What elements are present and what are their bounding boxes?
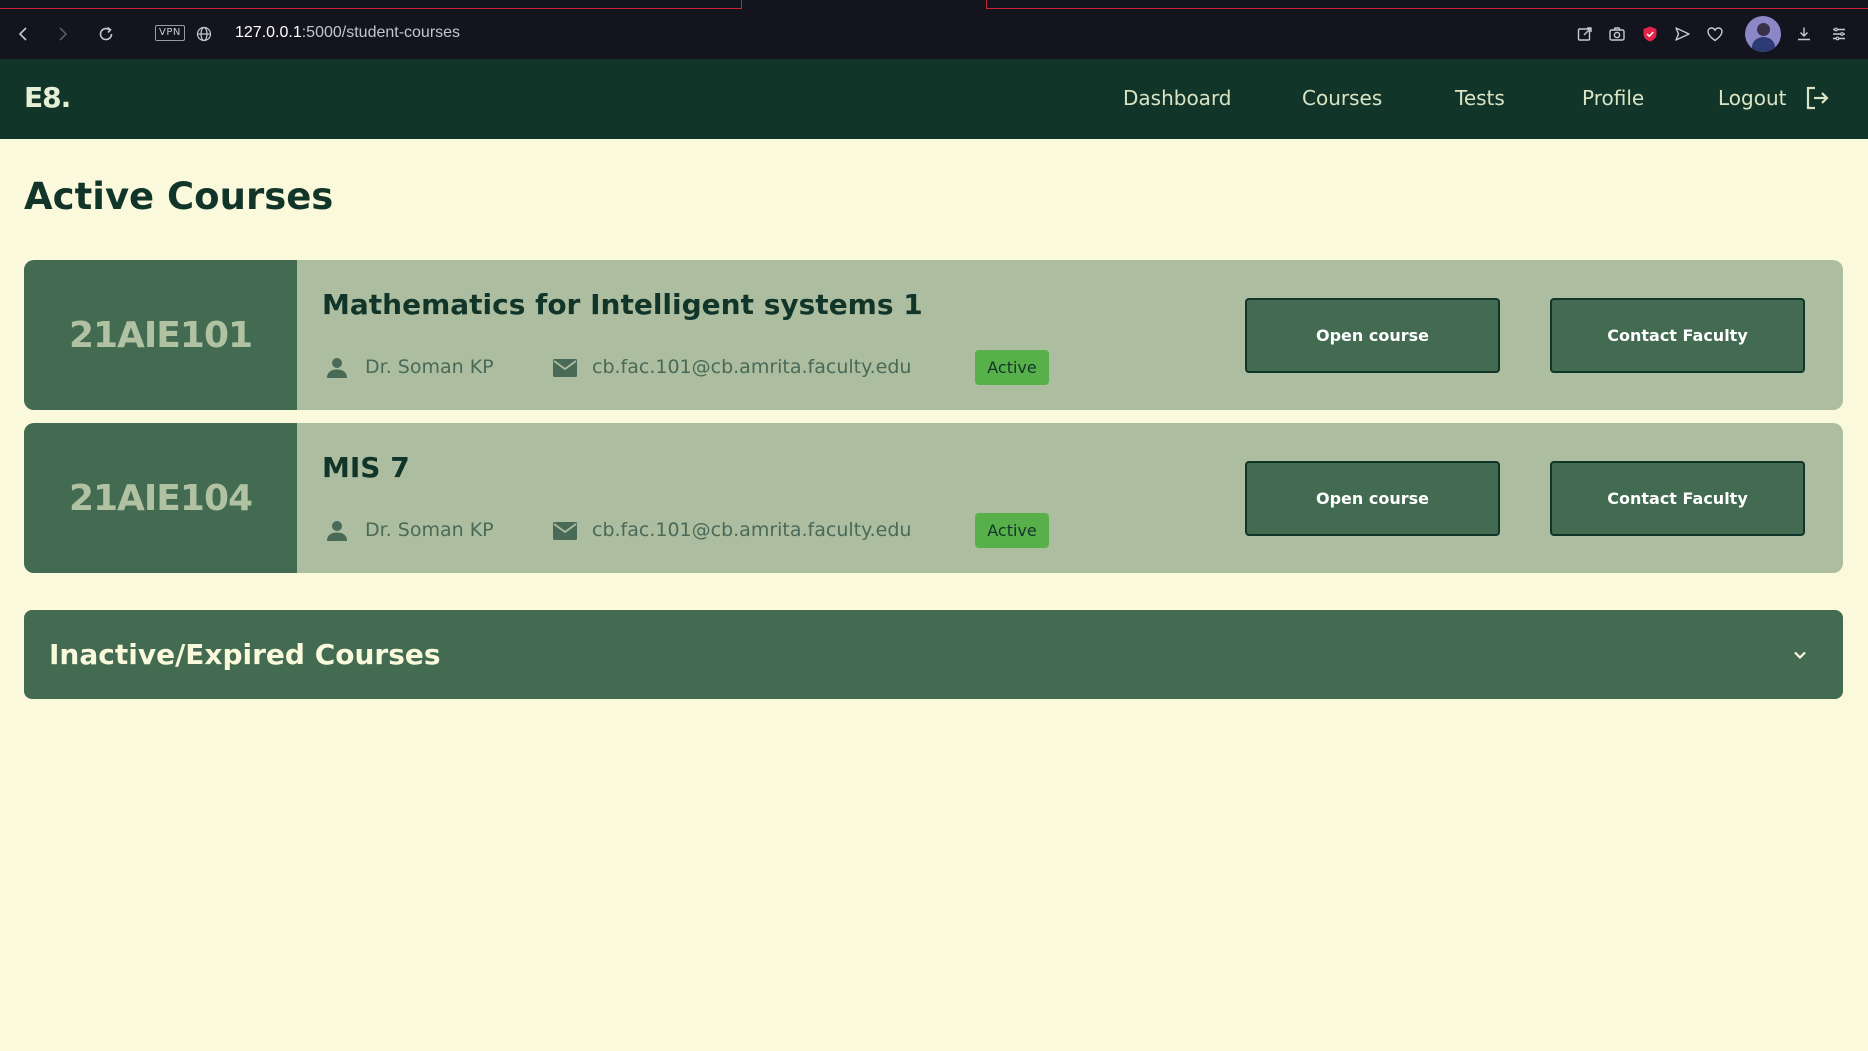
profile-avatar[interactable] [1745,16,1781,52]
forward-icon[interactable] [49,20,77,48]
tab-highlight-right [986,0,1868,9]
download-icon[interactable] [1790,20,1818,48]
url-host: 127.0.0.1 [235,24,302,41]
nav-tests[interactable]: Tests [1455,86,1505,110]
avatar-body [1752,37,1775,52]
app-logo[interactable]: E8. [24,81,71,114]
browser-toolbar: VPN 127.0.0.1:5000/student-courses [0,0,1868,59]
status-badge: Active [975,513,1049,548]
faculty-name: Dr. Soman KP [365,356,494,378]
send-icon[interactable] [1668,20,1696,48]
reload-icon[interactable] [92,20,120,48]
open-course-button[interactable]: Open course [1245,461,1500,536]
tab-highlight-left [0,0,742,9]
share-icon[interactable] [1571,20,1599,48]
logout-icon[interactable] [1803,84,1831,112]
course-code: 21AIE104 [68,477,253,519]
shield-icon[interactable] [1636,20,1664,48]
course-code: 21AIE101 [68,314,253,356]
page-title: Active Courses [24,175,334,218]
camera-icon[interactable] [1603,20,1631,48]
address-bar[interactable]: 127.0.0.1:5000/student-courses [235,24,460,42]
faculty-email[interactable]: cb.fac.101@cb.amrita.faculty.edu [592,356,911,378]
back-icon[interactable] [9,20,37,48]
course-code-box: 21AIE104 [24,423,297,573]
inactive-courses-accordion[interactable]: Inactive/Expired Courses [24,610,1843,699]
nav-courses[interactable]: Courses [1302,86,1382,110]
mail-icon [551,518,579,548]
vpn-badge[interactable]: VPN [155,25,185,41]
avatar-head [1757,23,1770,36]
course-name: Mathematics for Intelligent systems 1 [322,288,923,321]
open-course-button[interactable]: Open course [1245,298,1500,373]
app-navbar: E8. Dashboard Courses Tests Profile Logo… [0,59,1868,139]
person-icon [324,355,350,385]
url-path: :5000/student-courses [301,24,461,41]
mail-icon [551,355,579,385]
faculty-email[interactable]: cb.fac.101@cb.amrita.faculty.edu [592,519,911,541]
contact-faculty-button[interactable]: Contact Faculty [1550,298,1805,373]
course-card: 21AIE101 Mathematics for Intelligent sys… [24,260,1843,410]
course-code-box: 21AIE101 [24,260,297,410]
heart-icon[interactable] [1701,20,1729,48]
contact-faculty-button[interactable]: Contact Faculty [1550,461,1805,536]
accordion-title: Inactive/Expired Courses [49,638,441,671]
status-badge: Active [975,350,1049,385]
course-card: 21AIE104 MIS 7 Dr. Soman KP cb.fac.101@c… [24,423,1843,573]
globe-icon[interactable] [190,20,218,48]
nav-profile[interactable]: Profile [1582,86,1644,110]
nav-dashboard[interactable]: Dashboard [1123,86,1232,110]
chevron-down-icon[interactable] [1788,643,1812,667]
person-icon [324,518,350,548]
course-name: MIS 7 [322,451,410,484]
menu-icon[interactable] [1825,20,1853,48]
faculty-name: Dr. Soman KP [365,519,494,541]
nav-logout[interactable]: Logout [1718,86,1786,110]
